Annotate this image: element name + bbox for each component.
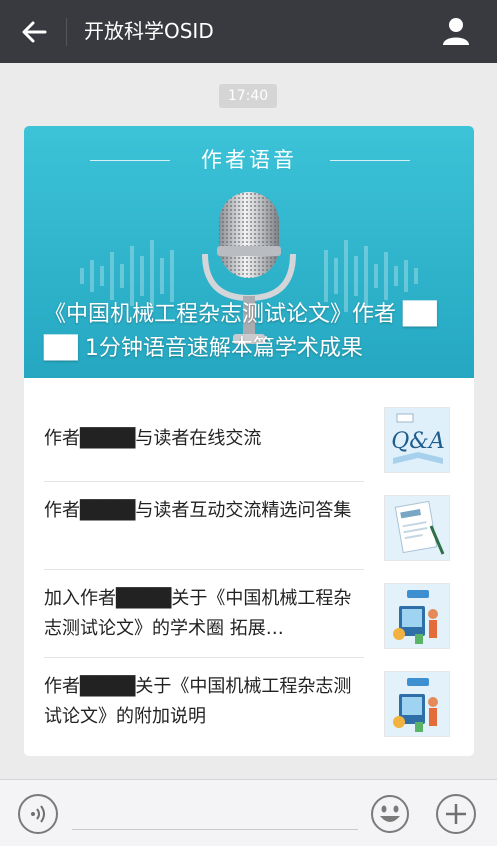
message-input[interactable] (72, 829, 358, 830)
reader-circle-thumbnail (384, 671, 450, 737)
article-item-title: 加入作者████关于《中国机械工程杂志测试论文》的学术圈 拓展… (44, 588, 352, 639)
more-options-button[interactable] (436, 794, 476, 834)
message-timestamp: 17:40 (219, 84, 277, 108)
banner-label: 作者语音 (201, 148, 297, 172)
article-item-academic-circle[interactable]: 加入作者████关于《中国机械工程杂志测试论文》的学术圈 拓展… (24, 572, 474, 660)
article-card: 作者语音 《中国机械工程杂志测试论文》作者 ██ ██ 1分钟语音速解本篇学术成… (24, 126, 474, 756)
back-button[interactable] (14, 14, 54, 50)
header-divider (66, 18, 67, 46)
cover-banner[interactable]: 作者语音 《中国机械工程杂志测试论文》作者 ██ ██ 1分钟语音速解本篇学术成… (24, 126, 474, 378)
emoji-icon (371, 795, 409, 833)
qa-thumbnail: Q&A (384, 407, 450, 473)
article-item-title: 作者████与读者互动交流精选问答集 (44, 500, 352, 521)
item-divider (44, 481, 364, 482)
item-divider (44, 657, 364, 658)
chat-input-bar (0, 779, 497, 846)
emoji-button[interactable] (370, 794, 410, 834)
item-divider (44, 569, 364, 570)
voice-icon (31, 805, 45, 823)
article-item-title: 作者████关于《中国机械工程杂志测试论文》的附加说明 (44, 676, 352, 727)
plus-icon (446, 804, 466, 824)
profile-button[interactable] (436, 12, 476, 50)
article-item-title: 作者████与读者在线交流 (44, 428, 262, 449)
svg-text:Q&A: Q&A (391, 429, 445, 454)
qa-book-icon: Q&A (385, 408, 449, 472)
page-title: 开放科学OSID (84, 19, 214, 43)
article-item-qa[interactable]: 作者████与读者在线交流 Q&A (24, 396, 474, 484)
top-bar: 开放科学OSID (0, 0, 497, 63)
article-item-note[interactable]: 作者████关于《中国机械工程杂志测试论文》的附加说明 (24, 660, 474, 748)
reader-circle-icon (385, 584, 449, 648)
voice-button[interactable] (18, 794, 58, 834)
faq-thumbnail (384, 495, 450, 561)
reader-circle-icon (385, 672, 449, 736)
document-icon (385, 496, 449, 560)
arrow-left-icon (22, 21, 47, 43)
user-icon (443, 18, 469, 45)
article-item-faq[interactable]: 作者████与读者互动交流精选问答集 (24, 484, 474, 572)
reader-circle-thumbnail (384, 583, 450, 649)
banner-title: 《中国机械工程杂志测试论文》作者 ██ ██ 1分钟语音速解本篇学术成果 (44, 302, 437, 361)
